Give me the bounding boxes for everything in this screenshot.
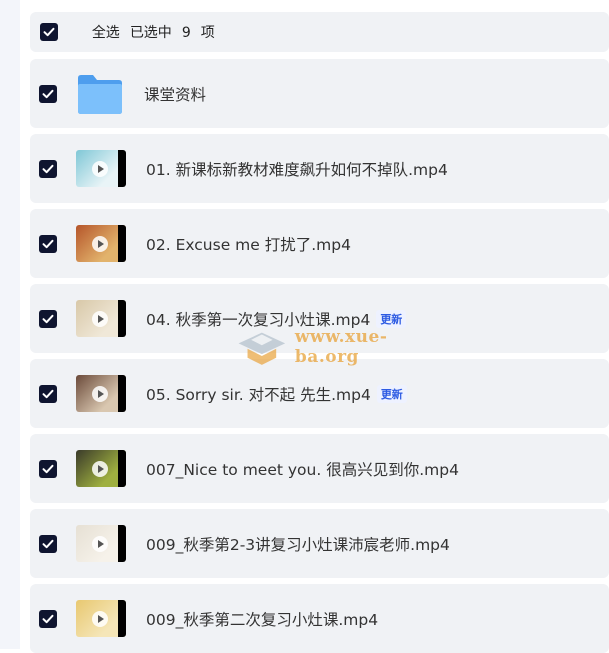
file-name[interactable]: 04. 秋季第一次复习小灶课.mp4: [146, 308, 370, 330]
select-all-checkbox[interactable]: [40, 23, 58, 41]
thumbnail-image: [76, 225, 126, 262]
update-badge: 更新: [376, 384, 407, 403]
file-name[interactable]: 02. Excuse me 打扰了.mp4: [146, 233, 351, 255]
checkmark-icon: [42, 539, 54, 548]
video-thumbnail: [76, 225, 126, 262]
thumbnail-image: [76, 525, 126, 562]
play-icon: [92, 385, 108, 402]
video-thumbnail: [76, 525, 126, 562]
thumbnail-image: [76, 300, 126, 337]
select-all-bar: 全选 已选中 9 项: [30, 12, 609, 52]
checkmark-icon: [42, 389, 54, 398]
file-name[interactable]: 007_Nice to meet you. 很高兴见到你.mp4: [146, 458, 459, 480]
row-checkbox[interactable]: [39, 384, 57, 403]
video-thumbnail: [76, 450, 126, 487]
row-checkbox[interactable]: [39, 234, 57, 253]
file-row[interactable]: 02. Excuse me 打扰了.mp4: [30, 209, 609, 278]
thumbnail-image: [76, 375, 126, 412]
file-name[interactable]: 05. Sorry sir. 对不起 先生.mp4: [146, 383, 371, 405]
row-checkbox[interactable]: [39, 459, 57, 478]
file-name[interactable]: 009_秋季第二次复习小灶课.mp4: [146, 608, 378, 630]
thumbnail-image: [76, 150, 126, 187]
row-checkbox[interactable]: [39, 84, 57, 103]
play-icon: [92, 160, 108, 177]
file-name[interactable]: 009_秋季第2-3讲复习小灶课沛宸老师.mp4: [146, 533, 450, 555]
file-name[interactable]: 课堂资料: [144, 83, 206, 105]
thumbnail-side-bar: [118, 375, 126, 412]
thumbnail-side-bar: [118, 300, 126, 337]
thumbnail-side-bar: [118, 600, 126, 637]
selected-prefix: 已选中: [129, 25, 172, 41]
row-checkbox[interactable]: [39, 309, 57, 328]
checkmark-icon: [42, 464, 54, 473]
video-thumbnail: [76, 375, 126, 412]
file-row[interactable]: 007_Nice to meet you. 很高兴见到你.mp4: [30, 434, 609, 503]
checkmark-icon: [42, 164, 54, 173]
video-thumbnail: [76, 600, 126, 637]
thumbnail-image: [76, 450, 126, 487]
thumbnail-side-bar: [118, 150, 126, 187]
file-row[interactable]: 课堂资料: [30, 59, 609, 128]
folder-icon: [78, 74, 122, 114]
row-checkbox[interactable]: [39, 159, 57, 178]
update-badge: 更新: [376, 309, 407, 328]
file-name[interactable]: 01. 新课标新教材难度飙升如何不掉队.mp4: [146, 158, 448, 180]
checkmark-icon: [42, 614, 54, 623]
checkmark-icon: [42, 239, 54, 248]
selection-summary: 全选 已选中 9 项: [74, 6, 225, 58]
play-icon: [92, 460, 108, 477]
folder-thumbnail: [76, 72, 124, 116]
video-thumbnail: [76, 150, 126, 187]
play-icon: [92, 535, 108, 552]
play-icon: [92, 610, 108, 627]
thumbnail-image: [76, 600, 126, 637]
video-thumbnail: [76, 300, 126, 337]
checkmark-icon: [42, 314, 54, 323]
file-row[interactable]: 01. 新课标新教材难度飙升如何不掉队.mp4: [30, 134, 609, 203]
play-icon: [92, 310, 108, 327]
play-icon: [92, 235, 108, 252]
thumbnail-side-bar: [118, 525, 126, 562]
file-row[interactable]: 04. 秋季第一次复习小灶课.mp4 更新: [30, 284, 609, 353]
thumbnail-side-bar: [118, 225, 126, 262]
checkmark-icon: [43, 27, 55, 37]
selected-count: 9: [181, 25, 191, 41]
file-row[interactable]: 009_秋季第二次复习小灶课.mp4: [30, 584, 609, 653]
file-row[interactable]: 009_秋季第2-3讲复习小灶课沛宸老师.mp4: [30, 509, 609, 578]
selected-suffix: 项: [200, 25, 215, 41]
row-checkbox[interactable]: [39, 534, 57, 553]
file-row[interactable]: 05. Sorry sir. 对不起 先生.mp4 更新: [30, 359, 609, 428]
thumbnail-side-bar: [118, 450, 126, 487]
row-checkbox[interactable]: [39, 609, 57, 628]
left-rail: [0, 0, 20, 649]
select-all-label[interactable]: 全选: [92, 25, 120, 41]
checkmark-icon: [42, 89, 54, 98]
